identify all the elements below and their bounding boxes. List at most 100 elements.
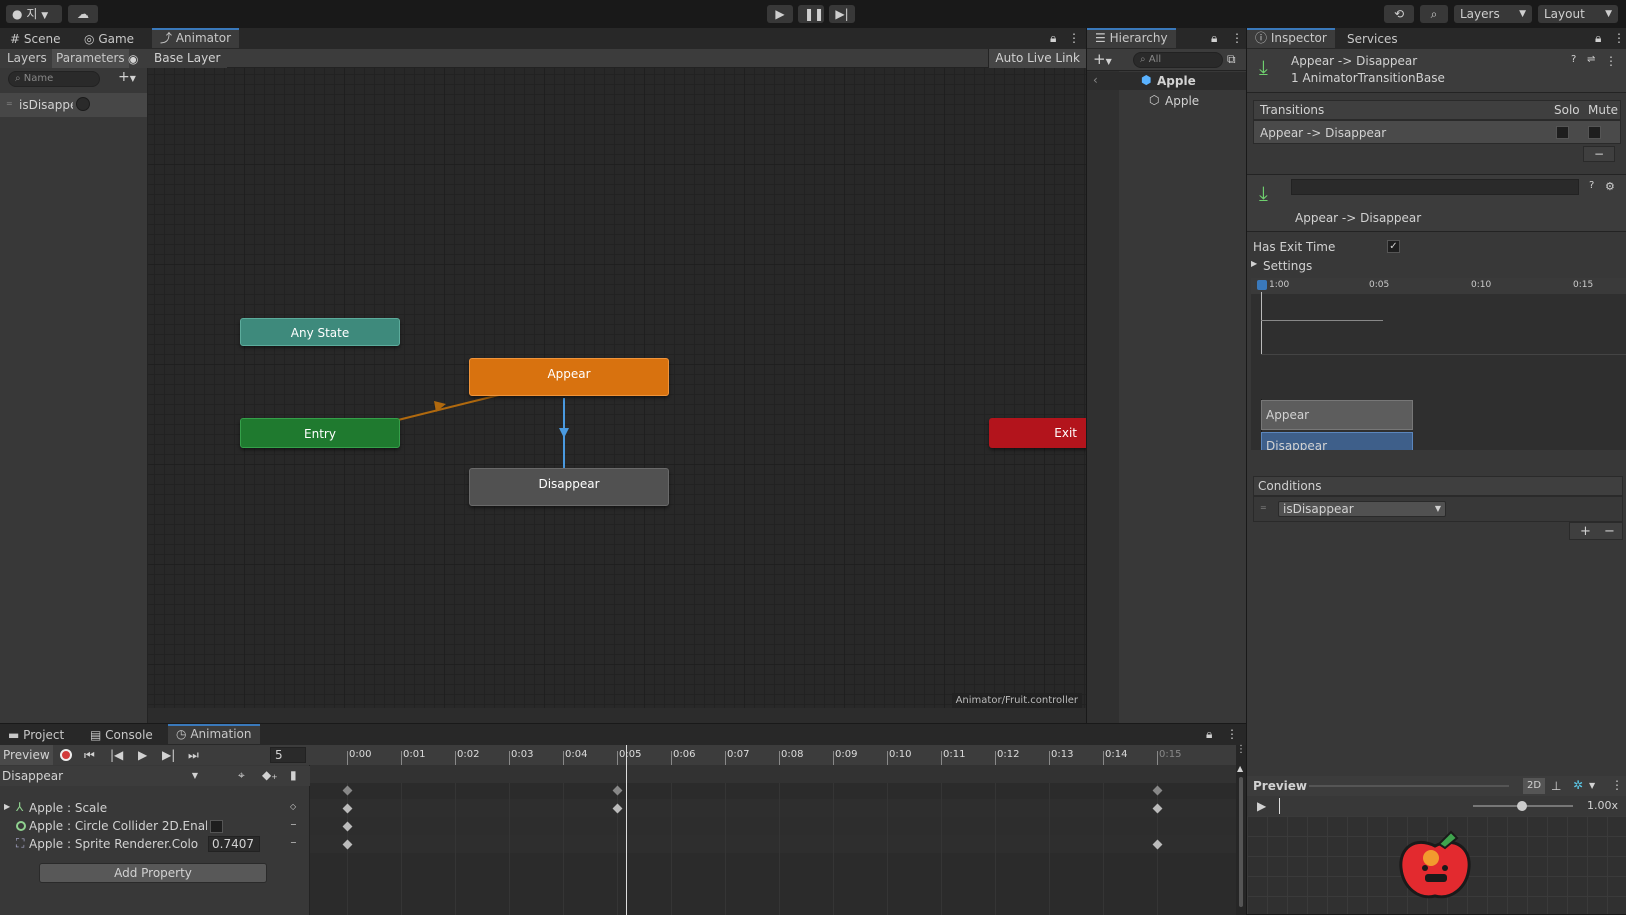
kebab-menu-icon[interactable]: ⋮ (1236, 745, 1246, 755)
kebab-menu-icon[interactable]: ⋮ (1611, 779, 1623, 791)
back-arrow-icon[interactable]: ‹ (1093, 74, 1098, 86)
keyframe[interactable] (1152, 785, 1163, 796)
add-condition-button[interactable]: + (1580, 525, 1591, 538)
has-exit-time-checkbox[interactable]: ✓ (1387, 240, 1400, 253)
search-button[interactable]: ⌕ (1420, 5, 1448, 23)
parameter-search-input[interactable]: ⌕ Name (8, 71, 100, 87)
keyframe[interactable] (612, 785, 623, 796)
filter-icon[interactable]: ⌖ (238, 769, 245, 781)
frame-input[interactable]: 5 (270, 747, 306, 763)
play-icon[interactable]: ▶ (1257, 800, 1266, 812)
lock-icon[interactable]: 🔒︎ (1050, 32, 1056, 44)
step-button[interactable]: ▶| (829, 5, 855, 23)
tab-game[interactable]: ◎ Game (76, 29, 142, 49)
preview-playhead[interactable] (1279, 798, 1280, 814)
hierarchy-search-input[interactable]: ⌕ All (1133, 52, 1223, 68)
animator-graph[interactable]: Any State Appear Entry Disappear Exit An… (148, 68, 1089, 708)
help-icon[interactable]: ? (1571, 55, 1576, 65)
tab-parameters[interactable]: Parameters (52, 49, 129, 68)
color-alpha-input[interactable]: 0.7407 (208, 836, 260, 852)
gear-icon[interactable]: ⚙ (1605, 181, 1615, 192)
pivot-icon[interactable]: ⊥ (1551, 780, 1561, 792)
remove-condition-button[interactable]: − (1604, 525, 1615, 538)
help-icon[interactable]: ? (1589, 181, 1594, 191)
timeline-bar-appear[interactable]: Appear (1261, 400, 1413, 430)
avatar-icon[interactable]: ✲ (1573, 779, 1583, 791)
last-keyframe-icon[interactable]: ⏭ (188, 749, 199, 761)
lock-icon[interactable]: 🔒︎ (1211, 32, 1217, 44)
transition-name-input[interactable] (1291, 179, 1579, 195)
next-keyframe-icon[interactable]: ▶| (162, 749, 175, 761)
lock-icon[interactable]: 🔒︎ (1206, 728, 1212, 740)
tab-hierarchy[interactable]: ☰ Hierarchy (1087, 28, 1176, 48)
account-dropdown[interactable]: ● 지 ▼ (6, 5, 62, 23)
keyframe-dash-icon[interactable]: − (290, 839, 297, 847)
keyframe-dash-icon[interactable]: − (290, 821, 297, 829)
drag-handle-icon[interactable]: = (6, 99, 13, 108)
dopesheet-scrollbar[interactable]: ▲ ⋮ (1236, 745, 1246, 915)
clip-dropdown[interactable]: Disappear ▼ (0, 767, 204, 785)
playhead-line[interactable] (626, 745, 627, 915)
kebab-menu-icon[interactable]: ⋮ (1613, 32, 1625, 44)
timeline-scrubber-handle[interactable] (1257, 280, 1267, 290)
property-row[interactable]: ▶ ⅄ Apple : Scale ◇ (0, 799, 310, 817)
scroll-up-icon[interactable]: ▲ (1237, 765, 1243, 773)
layers-dropdown[interactable]: Layers ▼ (1454, 5, 1532, 23)
parameter-row[interactable]: = isDisappe (0, 93, 147, 117)
condition-param-dropdown[interactable]: isDisappear ▼ (1278, 501, 1446, 517)
create-button[interactable]: +▼ (1093, 50, 1112, 68)
chevron-right-icon[interactable]: ▶ (4, 803, 10, 811)
speed-slider-handle[interactable] (1517, 801, 1527, 811)
state-disappear[interactable]: Disappear (469, 468, 669, 506)
prev-keyframe-icon[interactable]: |◀ (110, 749, 123, 761)
transition-timeline[interactable]: 1:00 0:05 0:10 0:15 Appear Disappear (1251, 278, 1626, 450)
scrollbar-thumb[interactable] (1239, 777, 1243, 907)
drag-handle-icon[interactable]: = (1260, 503, 1267, 512)
kebab-menu-icon[interactable]: ⋮ (1605, 55, 1617, 67)
eye-icon[interactable]: ◉ (128, 53, 138, 65)
tab-scene[interactable]: # Scene (2, 29, 68, 49)
property-row[interactable]: ⛶ Apple : Sprite Renderer.Color.a 0.7407… (0, 835, 310, 853)
state-entry[interactable]: Entry (240, 418, 400, 448)
add-keyframe-icon[interactable]: ◆₊ (262, 769, 278, 781)
cloud-button[interactable]: ☁ (68, 5, 98, 23)
settings-foldout[interactable]: ▶ Settings (1249, 257, 1619, 275)
mute-checkbox[interactable] (1588, 126, 1601, 139)
kebab-menu-icon[interactable]: ⋮ (1068, 32, 1080, 44)
pause-button[interactable]: ❚❚ (798, 5, 824, 23)
solo-checkbox[interactable] (1556, 126, 1569, 139)
preview-viewport[interactable] (1247, 816, 1626, 914)
kebab-menu-icon[interactable]: ⋮ (1231, 32, 1243, 44)
remove-transition-button[interactable]: − (1583, 146, 1615, 162)
tab-animation[interactable]: ◷ Animation (168, 724, 260, 744)
parameter-bool-toggle[interactable] (76, 97, 90, 111)
dopesheet[interactable]: 0:00 0:01 0:02 0:03 0:04 0:05 0:06 0:07 0:08 0:09… (310, 745, 1246, 915)
record-button[interactable] (60, 749, 72, 761)
scene-visibility-icon[interactable]: ⧉ (1227, 53, 1236, 65)
play-icon[interactable]: ▶ (138, 749, 147, 761)
first-keyframe-icon[interactable]: ⏮ (84, 749, 95, 761)
breadcrumb[interactable]: Base Layer (148, 49, 227, 68)
add-event-icon[interactable]: ▮ (290, 769, 297, 781)
state-exit[interactable]: Exit (989, 418, 1089, 448)
enable-checkbox[interactable] (210, 820, 223, 833)
tab-project[interactable]: ▬ Project (0, 725, 72, 745)
hierarchy-item-root[interactable]: ‹ ⬢ Apple (1087, 72, 1247, 90)
hierarchy-item-child[interactable]: ⬡ Apple (1087, 92, 1247, 110)
tab-services[interactable]: Services (1339, 29, 1406, 49)
auto-live-link-toggle[interactable]: Auto Live Link (988, 49, 1086, 68)
preview-toggle[interactable]: Preview (0, 745, 53, 765)
add-property-button[interactable]: Add Property (39, 863, 267, 883)
play-button[interactable]: ▶ (767, 5, 793, 23)
preview-splitter[interactable] (1309, 785, 1509, 787)
preview-2d-toggle[interactable]: 2D (1523, 778, 1546, 794)
keyframe-diamond-icon[interactable]: ◇ (290, 803, 296, 811)
preset-icon[interactable]: ⇌ (1587, 55, 1595, 65)
lock-icon[interactable]: 🔒︎ (1595, 32, 1601, 44)
state-appear[interactable]: Appear (469, 358, 669, 396)
tab-animator[interactable]: ⤴ Animator (152, 28, 240, 48)
chevron-down-icon[interactable]: ▼ (1589, 782, 1595, 790)
history-button[interactable]: ⟲ (1384, 5, 1414, 23)
state-any-state[interactable]: Any State (240, 318, 400, 346)
layout-dropdown[interactable]: Layout ▼ (1538, 5, 1618, 23)
